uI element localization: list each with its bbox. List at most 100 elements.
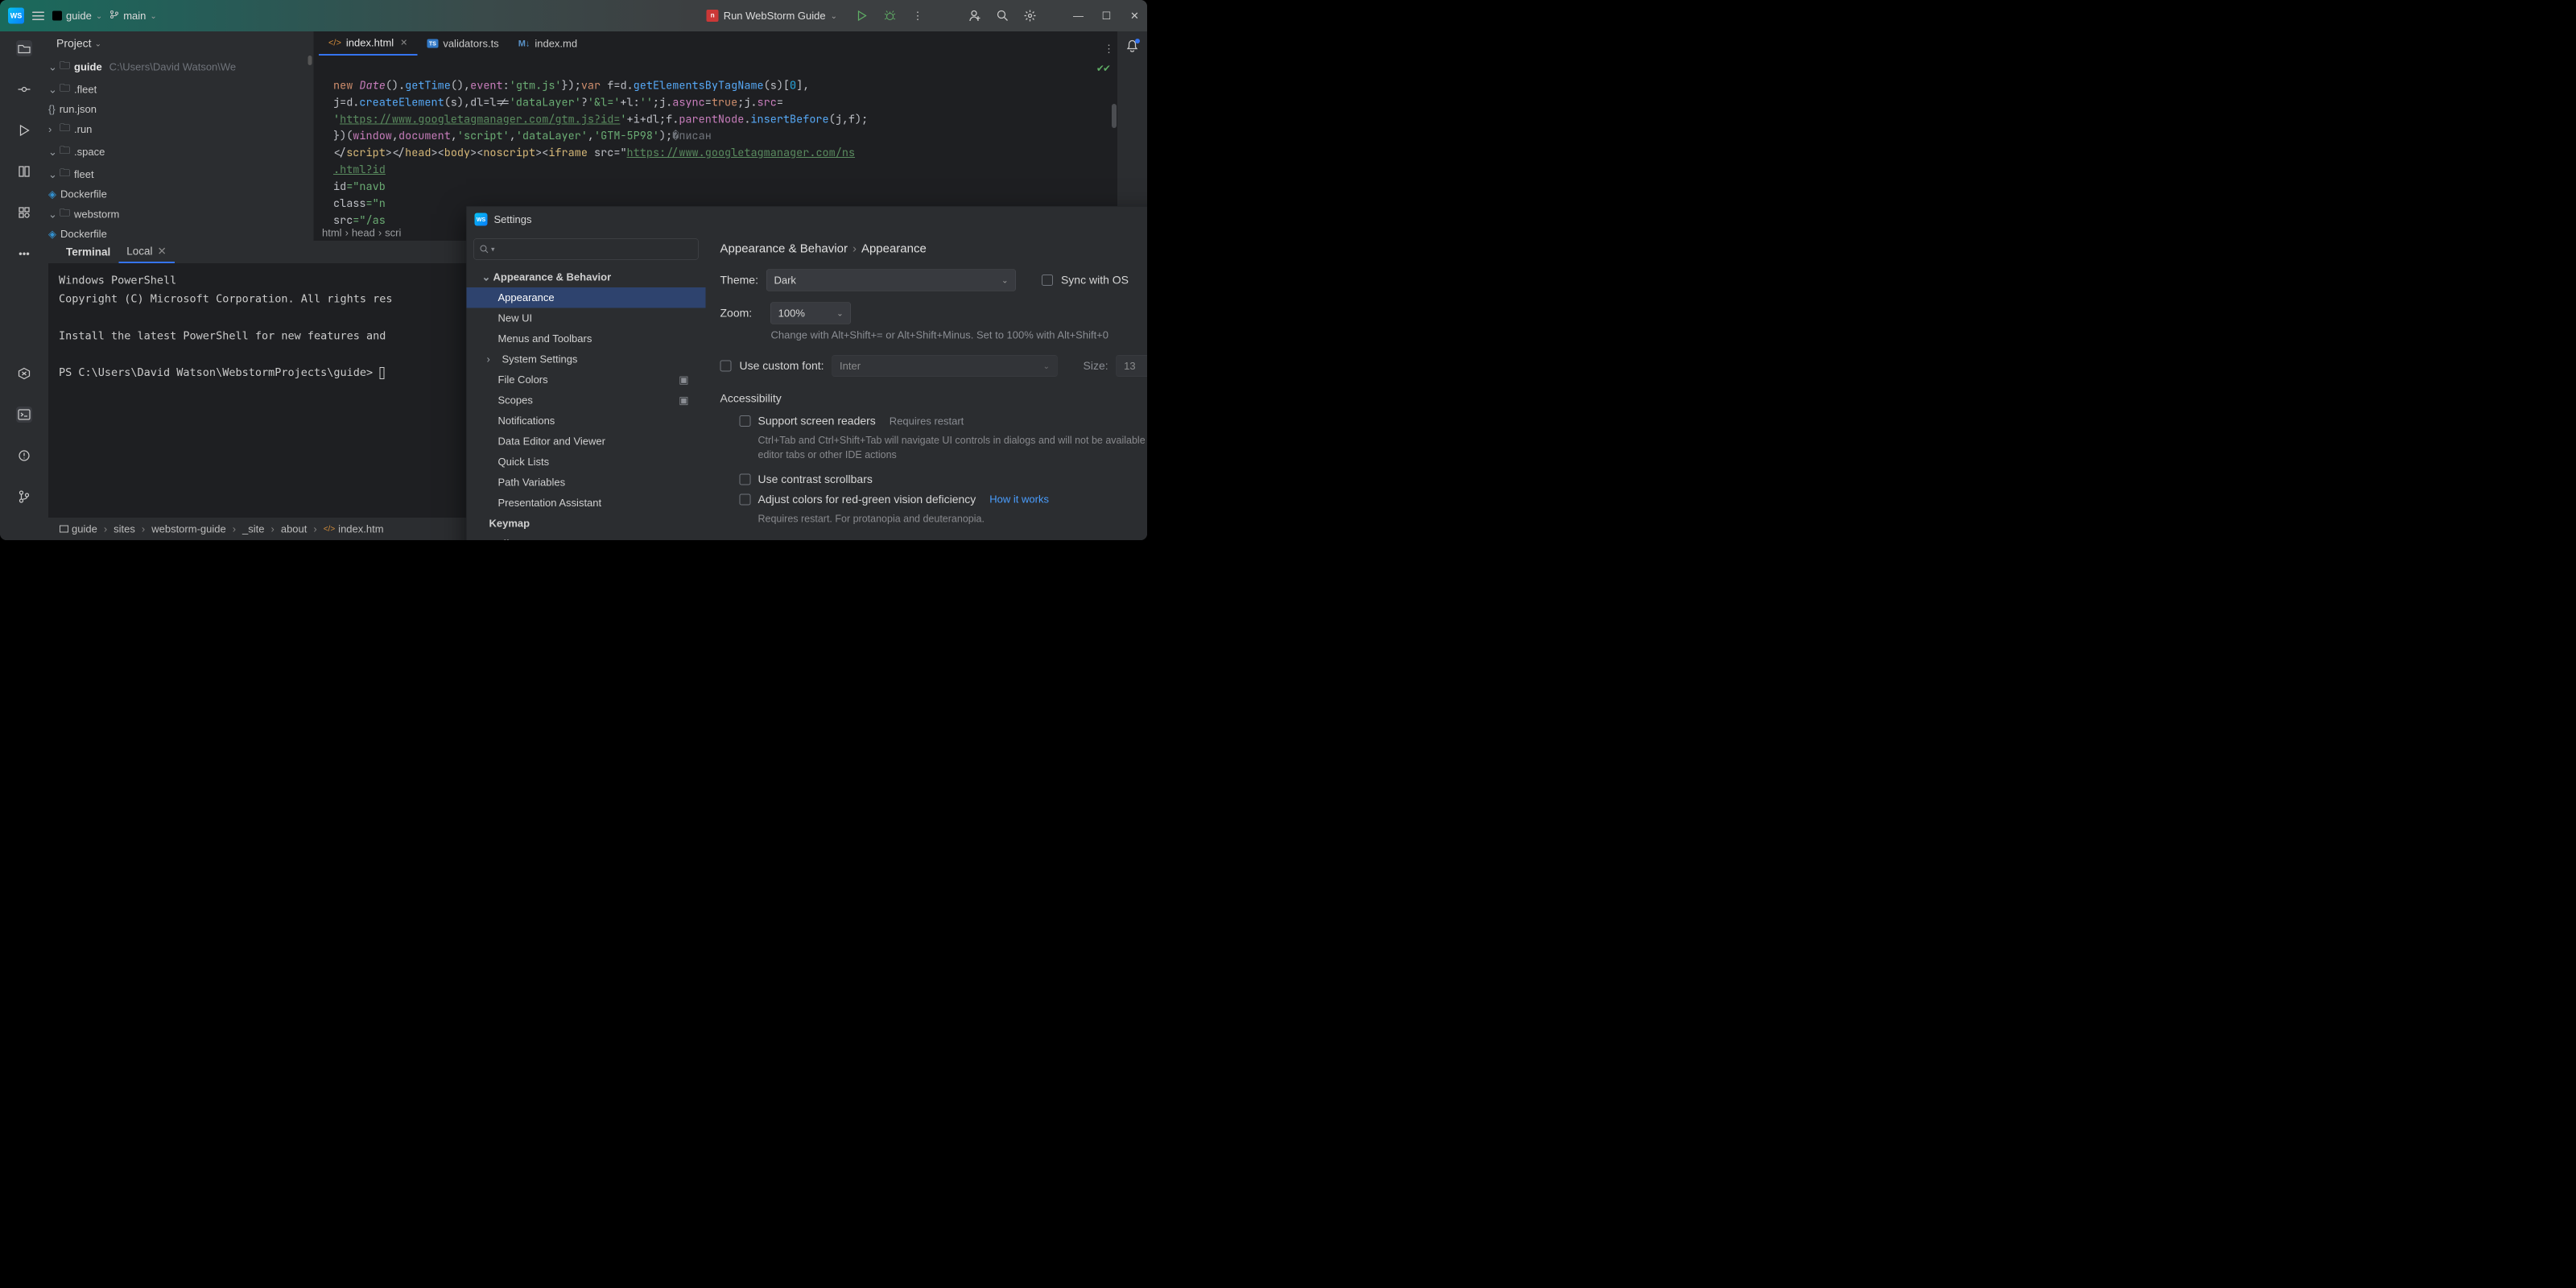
structure-tool-button[interactable] (16, 163, 32, 180)
problems-tool-button[interactable] (16, 448, 32, 464)
code-editor[interactable]: ✔✔new Date().getTime(),event:'gtm.js'});… (314, 56, 1117, 225)
navbar-crumb[interactable]: about (281, 522, 308, 535)
tree-folder-fleet2[interactable]: ⌄🗀 fleet (48, 163, 314, 186)
settings-button[interactable] (1023, 9, 1037, 23)
close-icon[interactable]: ✕ (400, 38, 407, 48)
color-deficiency-checkbox[interactable] (740, 493, 751, 505)
project-name: guide (66, 10, 92, 23)
settings-node-system[interactable]: ›System Settings (467, 349, 706, 370)
tab-validators-ts[interactable]: TSvalidators.ts (417, 31, 508, 56)
zoom-hint: Change with Alt+Shift+= or Alt+Shift+Min… (771, 329, 1148, 342)
run-tool-button[interactable] (16, 122, 32, 138)
settings-node-menus[interactable]: Menus and Toolbars (467, 328, 706, 349)
settings-dialog: WS Settings ▾ ⌄Appearance & Behavior App… (466, 206, 1147, 540)
how-it-works-link[interactable]: How it works (989, 493, 1049, 506)
settings-node-quick-lists[interactable]: Quick Lists (467, 452, 706, 473)
run-button[interactable] (855, 9, 869, 23)
settings-node-data-editor[interactable]: Data Editor and Viewer (467, 431, 706, 452)
chevron-down-icon: ⌄ (95, 39, 101, 49)
commit-tool-button[interactable] (16, 81, 32, 97)
tree-folder-space[interactable]: ⌄🗀 .space (48, 141, 314, 163)
project-tree[interactable]: Project ⌄ ⌄🗀 guideC:\Users\David Watson\… (48, 31, 314, 241)
contrast-scrollbars-label: Use contrast scrollbars (758, 473, 873, 485)
tree-file-docker2[interactable]: ◈ Dockerfile (48, 225, 314, 241)
zoom-combo[interactable]: 100%⌄ (770, 303, 851, 324)
font-combo[interactable]: Inter⌄ (832, 355, 1058, 377)
settings-node-appearance[interactable]: Appearance (467, 287, 706, 308)
settings-dialog-header[interactable]: WS Settings (467, 207, 1148, 233)
navbar-crumb[interactable]: guide (60, 522, 97, 535)
editor-more-button[interactable]: ⋮ (1101, 42, 1117, 56)
settings-node-editor[interactable]: ›Editor (467, 534, 706, 540)
theme-combo[interactable]: Dark⌄ (766, 270, 1016, 291)
terminal-tab-local[interactable]: Local✕ (118, 241, 175, 263)
settings-node-presentation[interactable]: Presentation Assistant (467, 493, 706, 514)
vcs-tool-button[interactable] (16, 489, 32, 505)
git-branch-selector[interactable]: main ⌄ (109, 10, 157, 23)
tree-folder-run[interactable]: ›🗀 .run (48, 118, 314, 141)
chevron-down-icon: ⌄ (836, 308, 843, 319)
terminal-cursor (379, 367, 384, 379)
webstorm-logo: WS (8, 8, 24, 24)
custom-font-label: Use custom font: (740, 360, 824, 373)
tree-root[interactable]: ⌄🗀 guideC:\Users\David Watson\We (48, 56, 314, 78)
navbar-crumb[interactable]: </> index.htm (324, 522, 384, 535)
theme-label: Theme: (720, 274, 758, 287)
screen-readers-checkbox[interactable] (740, 415, 751, 427)
settings-node-path-vars[interactable]: Path Variables (467, 473, 706, 493)
tree-folder-webstorm[interactable]: ⌄🗀 webstorm (48, 203, 314, 225)
color-deficiency-hint: Requires restart. For protanopia and deu… (758, 511, 1148, 526)
tree-file-runjson[interactable]: {} run.json (48, 101, 314, 118)
terminal-tab-header[interactable]: Terminal (58, 241, 118, 263)
maximize-button[interactable]: ☐ (1100, 10, 1113, 22)
search-everywhere-button[interactable] (996, 9, 1009, 23)
settings-node-new-ui[interactable]: New UI (467, 308, 706, 329)
accessibility-heading: Accessibility (720, 392, 1148, 405)
tree-file-docker1[interactable]: ◈ Dockerfile (48, 186, 314, 204)
size-label: Size: (1084, 360, 1108, 373)
color-deficiency-label: Adjust colors for red-green vision defic… (758, 493, 976, 506)
project-icon (52, 11, 62, 21)
more-tools-button[interactable]: ••• (16, 246, 32, 262)
branch-name: main (123, 10, 146, 23)
terminal-tool-button[interactable] (16, 407, 32, 423)
main-menu-button[interactable] (31, 9, 45, 23)
notifications-button[interactable] (1126, 39, 1138, 56)
close-button[interactable]: ✕ (1129, 10, 1141, 22)
close-icon[interactable]: ✕ (158, 245, 167, 258)
settings-node-keymap[interactable]: Keymap (467, 514, 706, 535)
tree-scrollbar[interactable] (308, 56, 312, 65)
project-tool-header[interactable]: Project ⌄ (48, 31, 314, 56)
project-selector[interactable]: guide ⌄ (52, 10, 102, 23)
size-combo[interactable]: 13⌄ (1117, 355, 1147, 377)
settings-node-notifications[interactable]: Notifications (467, 411, 706, 431)
sync-os-checkbox[interactable] (1042, 275, 1053, 286)
settings-node-scopes[interactable]: Scopes▣ (467, 390, 706, 411)
run-configuration-selector[interactable]: n Run WebStorm Guide ⌄ (707, 10, 837, 23)
settings-tree[interactable]: ▾ ⌄Appearance & Behavior Appearance New … (467, 233, 706, 541)
navbar-crumb[interactable]: sites (114, 522, 135, 535)
branch-icon (109, 10, 119, 23)
editor-scrollbar[interactable] (1112, 104, 1117, 128)
debug-button[interactable] (883, 9, 897, 23)
settings-search-input[interactable]: ▾ (474, 239, 699, 260)
contrast-scrollbars-checkbox[interactable] (740, 473, 751, 485)
notification-dot-icon (1135, 39, 1140, 43)
inspection-ok-icon: ✔✔ (1097, 60, 1110, 76)
project-tool-button[interactable] (16, 40, 32, 56)
minimize-button[interactable]: — (1072, 10, 1084, 22)
settings-node-file-colors[interactable]: File Colors▣ (467, 369, 706, 390)
code-with-me-button[interactable] (968, 9, 982, 23)
custom-font-checkbox[interactable] (720, 361, 732, 372)
services-tool-button[interactable] (16, 204, 32, 221)
more-actions-button[interactable]: ⋮ (911, 9, 925, 23)
settings-node-appearance-behavior[interactable]: ⌄Appearance & Behavior (467, 267, 706, 288)
tab-index-md[interactable]: M↓index.md (509, 31, 587, 56)
npm-icon: n (707, 10, 719, 22)
navbar-crumb[interactable]: _site (242, 522, 264, 535)
build-tool-button[interactable] (16, 365, 32, 382)
chevron-down-icon: ⌄ (1043, 361, 1050, 371)
tab-index-html[interactable]: </>index.html✕ (319, 31, 417, 56)
navbar-crumb[interactable]: webstorm-guide (151, 522, 225, 535)
tree-folder-fleet[interactable]: ⌄🗀 .fleet (48, 78, 314, 101)
